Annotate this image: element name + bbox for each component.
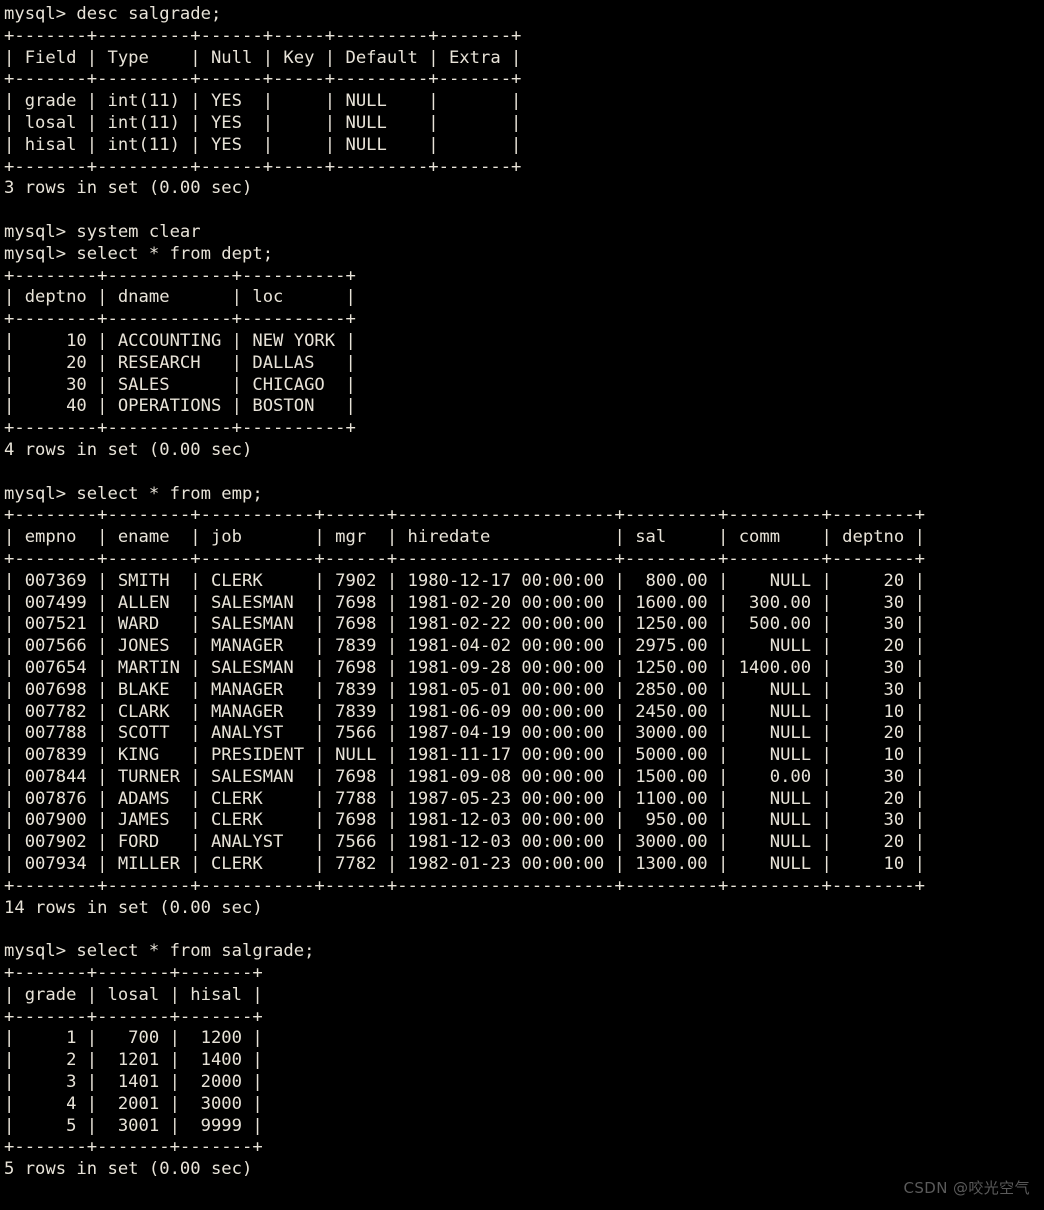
terminal-output: mysql> desc salgrade; +-------+---------+… bbox=[4, 4, 1044, 1181]
terminal-output-line: +--------+------------+----------+ bbox=[4, 418, 356, 439]
terminal-output-line: +-------+-------+-------+ bbox=[4, 963, 263, 984]
terminal-output-line: | losal | int(11) | YES | | NULL | | bbox=[4, 112, 522, 133]
terminal-output-line: | grade | losal | hisal | bbox=[4, 984, 263, 1005]
terminal-output-line: | 007902 | FORD | ANALYST | 7566 | 1981-… bbox=[4, 832, 925, 853]
terminal-output-line: +--------+------------+----------+ bbox=[4, 309, 356, 330]
terminal-command-line: mysql> system clear bbox=[4, 221, 201, 242]
terminal-output-line: | 007566 | JONES | MANAGER | 7839 | 1981… bbox=[4, 636, 925, 657]
terminal-output-line: | 007934 | MILLER | CLERK | 7782 | 1982-… bbox=[4, 854, 925, 875]
terminal-output-line: 4 rows in set (0.00 sec) bbox=[4, 439, 253, 460]
terminal-output-line: | 2 | 1201 | 1400 | bbox=[4, 1050, 263, 1071]
terminal-output-line: +--------+------------+----------+ bbox=[4, 265, 356, 286]
terminal-output-line: | 4 | 2001 | 3000 | bbox=[4, 1093, 263, 1114]
csdn-watermark: CSDN @咬光空气 bbox=[903, 1179, 1030, 1197]
terminal-output-line: | 007900 | JAMES | CLERK | 7698 | 1981-1… bbox=[4, 810, 925, 831]
terminal-output-line: | grade | int(11) | YES | | NULL | | bbox=[4, 91, 522, 112]
terminal-output-line: +-------+-------+-------+ bbox=[4, 1006, 263, 1027]
terminal-output-line: | 007698 | BLAKE | MANAGER | 7839 | 1981… bbox=[4, 679, 925, 700]
terminal-output-line: | 1 | 700 | 1200 | bbox=[4, 1028, 263, 1049]
terminal-output-line: | 30 | SALES | CHICAGO | bbox=[4, 374, 356, 395]
terminal-output-line: +--------+--------+-----------+------+--… bbox=[4, 548, 925, 569]
terminal-output-line: | 007369 | SMITH | CLERK | 7902 | 1980-1… bbox=[4, 570, 925, 591]
terminal-output-line: | Field | Type | Null | Key | Default | … bbox=[4, 47, 522, 68]
terminal-output-line: | 007654 | MARTIN | SALESMAN | 7698 | 19… bbox=[4, 657, 925, 678]
terminal-output-line: 3 rows in set (0.00 sec) bbox=[4, 178, 253, 199]
terminal-output-line: 5 rows in set (0.00 sec) bbox=[4, 1159, 253, 1180]
terminal-output-line: | hisal | int(11) | YES | | NULL | | bbox=[4, 134, 522, 155]
terminal-output-line: | deptno | dname | loc | bbox=[4, 287, 356, 308]
terminal-window[interactable]: mysql> desc salgrade; +-------+---------+… bbox=[0, 0, 1044, 1210]
terminal-command-line: mysql> select * from dept; bbox=[4, 243, 274, 264]
terminal-output-line: | 40 | OPERATIONS | BOSTON | bbox=[4, 396, 356, 417]
terminal-output-line: | 5 | 3001 | 9999 | bbox=[4, 1115, 263, 1136]
terminal-command-line: mysql> select * from emp; bbox=[4, 483, 263, 504]
terminal-output-line: +-------+---------+------+-----+--------… bbox=[4, 156, 522, 177]
terminal-output-line: | 007876 | ADAMS | CLERK | 7788 | 1987-0… bbox=[4, 788, 925, 809]
terminal-output-line: | 007521 | WARD | SALESMAN | 7698 | 1981… bbox=[4, 614, 925, 635]
terminal-output-line: +--------+--------+-----------+------+--… bbox=[4, 505, 925, 526]
terminal-output-line: | 3 | 1401 | 2000 | bbox=[4, 1072, 263, 1093]
terminal-output-line: | 20 | RESEARCH | DALLAS | bbox=[4, 352, 356, 373]
terminal-command-line: mysql> select * from salgrade; bbox=[4, 941, 315, 962]
terminal-output-line: +-------+-------+-------+ bbox=[4, 1137, 263, 1158]
terminal-output-line: +--------+--------+-----------+------+--… bbox=[4, 875, 925, 896]
terminal-output-line: 14 rows in set (0.00 sec) bbox=[4, 897, 263, 918]
terminal-output-line: | empno | ename | job | mgr | hiredate |… bbox=[4, 527, 925, 548]
terminal-output-line: | 007788 | SCOTT | ANALYST | 7566 | 1987… bbox=[4, 723, 925, 744]
terminal-output-line: +-------+---------+------+-----+--------… bbox=[4, 25, 522, 46]
terminal-output-line: | 10 | ACCOUNTING | NEW YORK | bbox=[4, 330, 356, 351]
terminal-output-line: | 007499 | ALLEN | SALESMAN | 7698 | 198… bbox=[4, 592, 925, 613]
terminal-output-line: | 007782 | CLARK | MANAGER | 7839 | 1981… bbox=[4, 701, 925, 722]
terminal-output-line: | 007844 | TURNER | SALESMAN | 7698 | 19… bbox=[4, 766, 925, 787]
terminal-command-line: mysql> desc salgrade; bbox=[4, 4, 222, 24]
terminal-output-line: | 007839 | KING | PRESIDENT | NULL | 198… bbox=[4, 745, 925, 766]
terminal-output-line: +-------+---------+------+-----+--------… bbox=[4, 69, 522, 90]
